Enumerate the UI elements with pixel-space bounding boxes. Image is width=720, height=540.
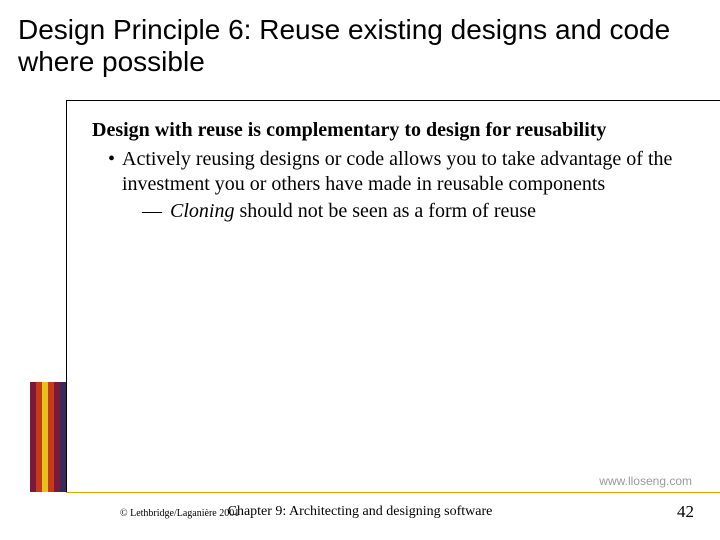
page-number: 42 bbox=[677, 502, 694, 522]
decorative-stripe bbox=[30, 382, 66, 492]
url-text: www.lloseng.com bbox=[599, 474, 692, 488]
emphasis: Cloning bbox=[170, 200, 234, 222]
lead-text: Design with reuse is complementary to de… bbox=[92, 118, 690, 143]
sub-bullet-item: — Cloning should not be seen as a form o… bbox=[142, 199, 690, 224]
slide: Design Principle 6: Reuse existing desig… bbox=[0, 0, 720, 540]
rule-top bbox=[66, 100, 720, 101]
slide-body: Design with reuse is complementary to de… bbox=[92, 118, 690, 224]
bullet-item: • Actively reusing designs or code allow… bbox=[108, 147, 690, 197]
rule-bottom bbox=[66, 492, 720, 493]
slide-title: Design Principle 6: Reuse existing desig… bbox=[0, 0, 720, 86]
footer: © Lethbridge/Laganière 2001 Chapter 9: A… bbox=[0, 502, 720, 532]
bullet-text: Actively reusing designs or code allows … bbox=[122, 147, 690, 197]
sub-bullet-marker: — bbox=[142, 199, 170, 224]
sub-bullet-text: Cloning should not be seen as a form of … bbox=[170, 199, 690, 224]
rule-vertical bbox=[66, 100, 67, 492]
bullet-marker: • bbox=[108, 147, 122, 197]
sub-bullet-rest: should not be seen as a form of reuse bbox=[234, 200, 536, 222]
chapter-text: Chapter 9: Architecting and designing so… bbox=[0, 504, 720, 520]
